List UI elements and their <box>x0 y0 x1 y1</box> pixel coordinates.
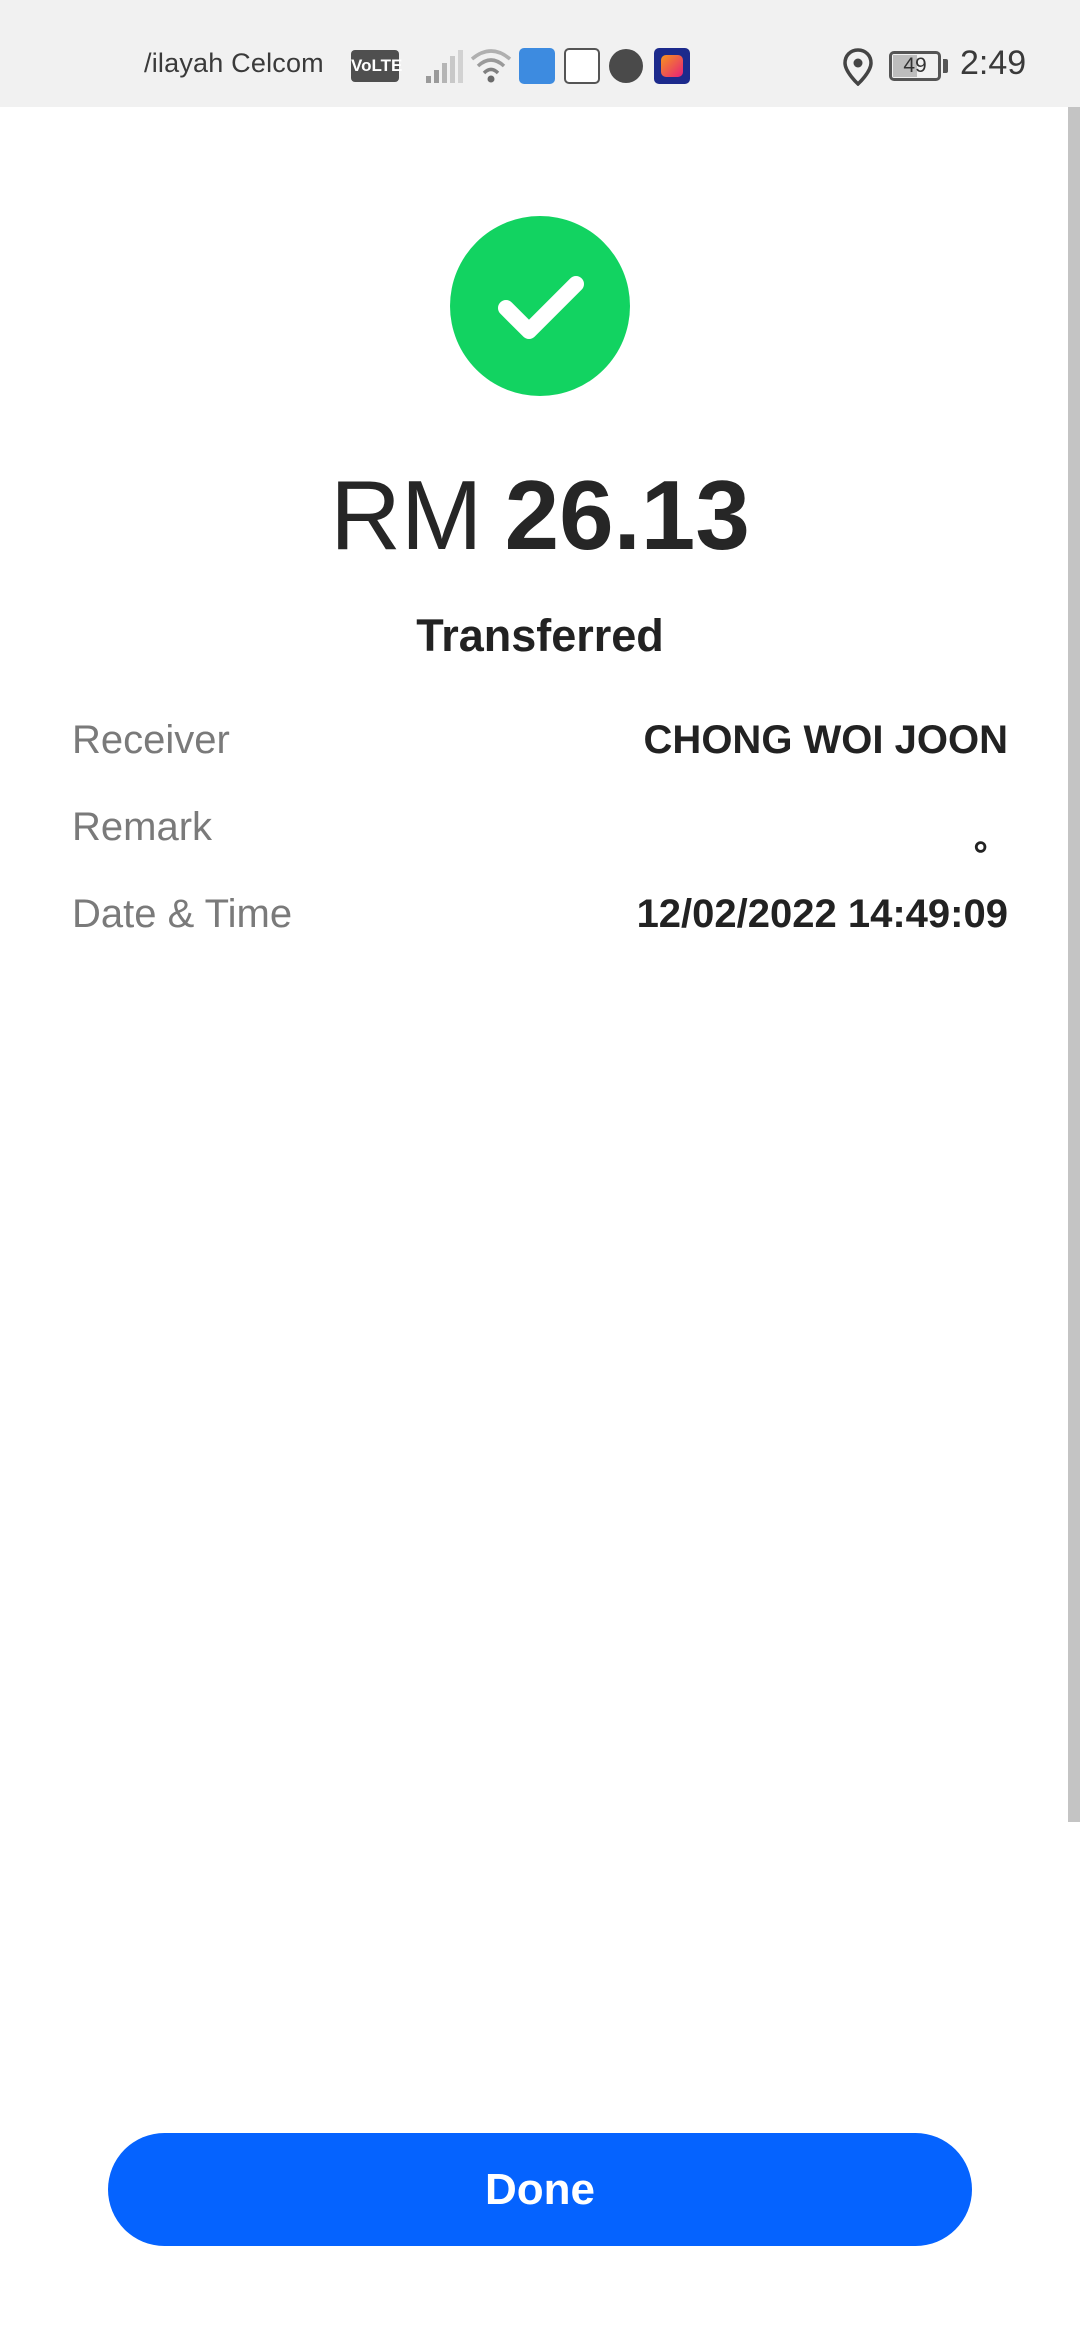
signal-icon <box>426 50 463 83</box>
battery-icon: 49 <box>889 51 941 81</box>
status-bar: /ilayah Celcom VoLTE 49 2:49 <box>0 0 1080 107</box>
datetime-label: Date & Time <box>72 892 293 936</box>
receiver-value: CHONG WOI JOON <box>643 718 1008 762</box>
receiver-row: Receiver CHONG WOI JOON <box>72 718 1008 778</box>
amount-value: 26.13 <box>504 460 750 570</box>
success-badge <box>450 216 630 396</box>
remark-label: Remark <box>72 805 213 849</box>
carrier-name: /ilayah Celcom <box>144 48 324 78</box>
currency-label: RM <box>330 460 483 570</box>
location-icon <box>843 48 873 86</box>
transfer-amount: RM 26.13 <box>0 455 1080 575</box>
touchngo-ewallet-icon <box>564 48 600 84</box>
scrollbar[interactable] <box>1068 107 1080 1822</box>
volte-badge: VoLTE <box>351 50 402 82</box>
battery-tip <box>943 59 948 73</box>
lazada-icon <box>654 48 690 84</box>
datetime-value: 12/02/2022 14:49:09 <box>636 892 1008 936</box>
messenger-icon <box>609 49 643 83</box>
battery-level: 49 <box>903 54 927 77</box>
datetime-row: Date & Time 12/02/2022 14:49:09 <box>72 892 1008 952</box>
clock: 2:49 <box>960 44 1027 82</box>
app-notification-icon <box>519 48 555 84</box>
transfer-receipt-screen: /ilayah Celcom VoLTE 49 2:49 RM 26.13 Tr… <box>0 0 1080 2340</box>
done-button[interactable]: Done <box>108 2133 972 2246</box>
remark-row: Remark 。 <box>72 805 1008 865</box>
wifi-icon <box>470 49 512 83</box>
receiver-label: Receiver <box>72 718 230 762</box>
check-icon <box>498 276 584 339</box>
transfer-status: Transferred <box>416 610 664 661</box>
remark-value: 。 <box>974 820 1008 858</box>
